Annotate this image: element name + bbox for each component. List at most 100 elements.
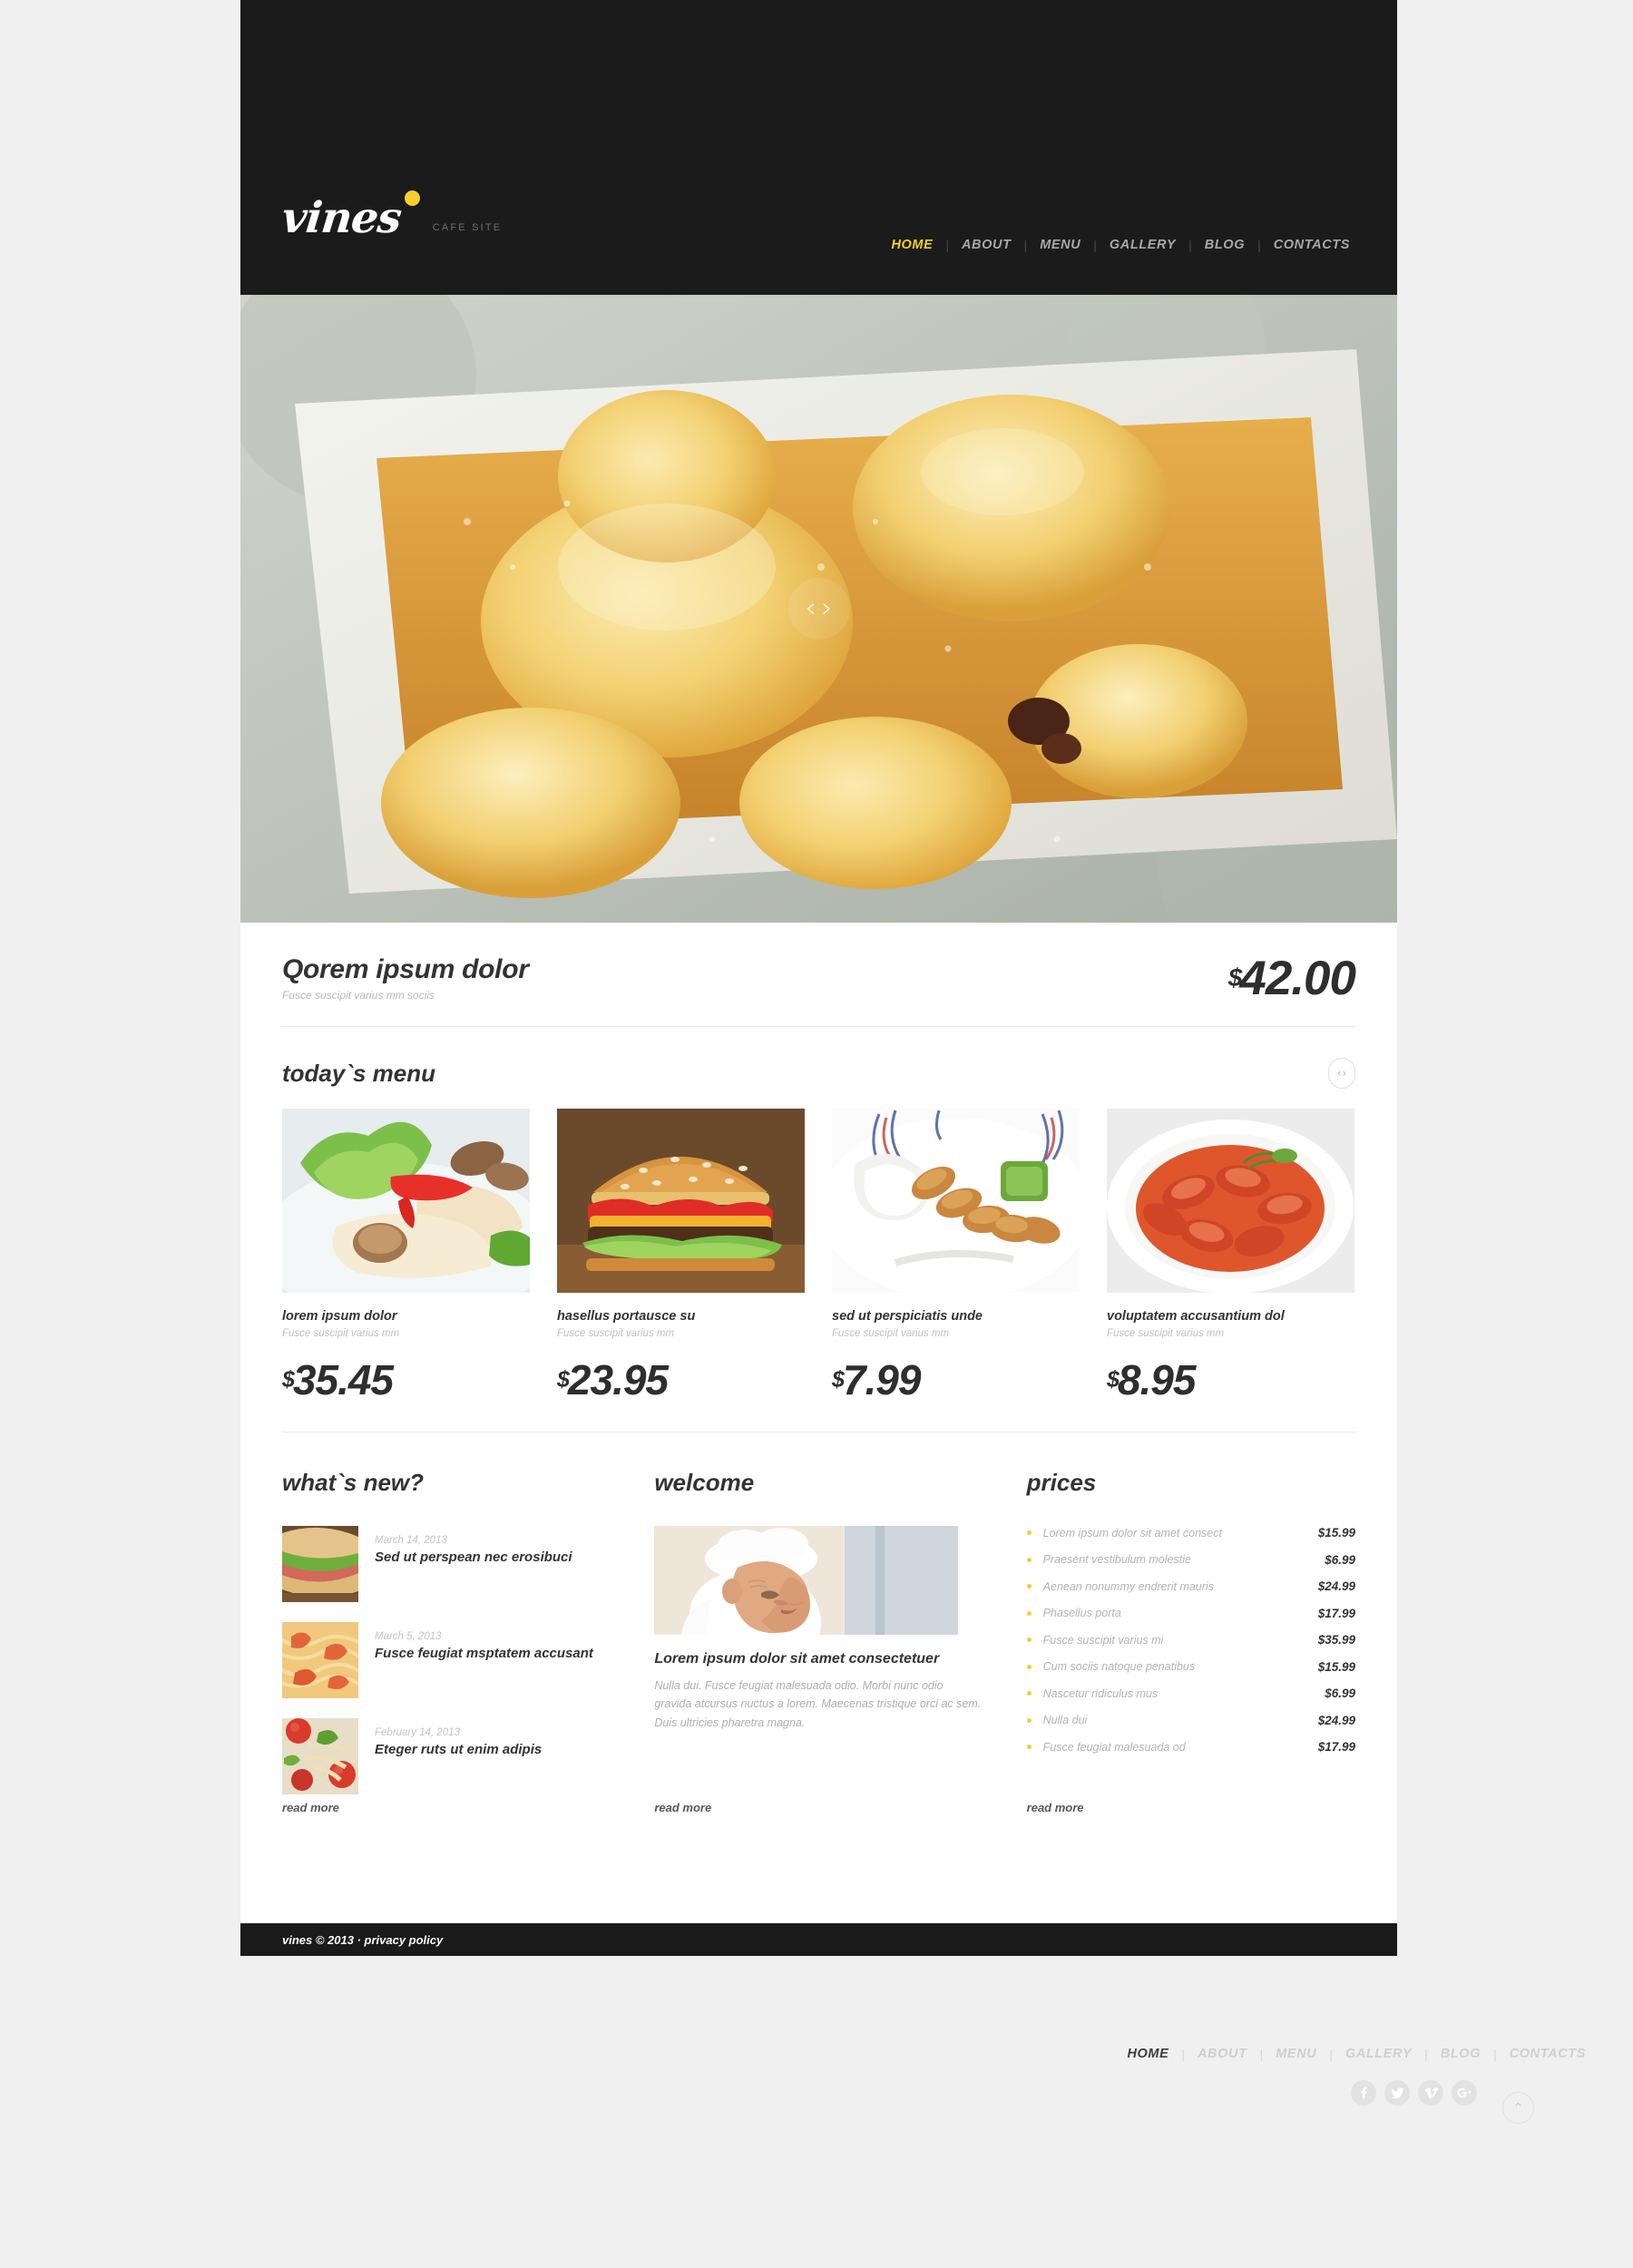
menu-item-price: $35.45 [282,1359,530,1401]
post-image-sandwich [282,1526,358,1602]
nav-item-gallery[interactable]: GALLERY [1110,238,1176,252]
main-content: Qorem ipsum dolor Fusce suscipit varius … [240,923,1397,1923]
menu-item-name: lorem ipsum dolor [282,1309,397,1324]
whats-new-read-more-link[interactable]: read more [282,1801,339,1814]
price-item-value: $24.99 [1317,1579,1355,1593]
menu-item-subtitle: Fusce suscipit varius mm [1107,1328,1225,1339]
footer-bar: vines © 2013 · privacy policy [240,1923,1397,1956]
footer-navigation: HOME | ABOUT | MENU | GALLERY | BLOG | C… [1127,2047,1586,2061]
price-item-value: $17.99 [1317,1740,1355,1754]
price-item-label: Aenean nonummy endrerit mauris [1042,1579,1214,1593]
footer-nav-separator: | [1181,2047,1185,2061]
logo-dot-icon [404,191,420,206]
menu-item-thumbnail[interactable] [282,1109,530,1293]
price-list-item: Phasellus porta $17.99 [1026,1607,1355,1620]
price-list-item: Lorem ipsum dolor sit amet consect $15.9… [1026,1526,1355,1540]
footer-nav-separator: | [1259,2047,1264,2061]
price-item-label: Nulla dui [1042,1714,1088,1726]
blog-post-title[interactable]: Sed ut perspean nec erosibuci [375,1549,572,1565]
logo-text: vines [279,193,404,244]
bullet-icon [1026,1557,1032,1562]
todays-menu-title: today`s menu [282,1059,436,1087]
price-list-item: Praesent vestibulum molestie $6.99 [1026,1553,1355,1567]
todays-menu-pager[interactable]: ‹ › [1328,1058,1355,1089]
footer-nav-item-contacts[interactable]: CONTACTS [1510,2047,1586,2061]
blog-post-title[interactable]: Fusce feugiat msptatem accusant [375,1646,593,1661]
site-shell: vines CAFE SITE HOME | ABOUT | MENU | GA… [240,0,1397,1956]
nav-item-home[interactable]: HOME [891,238,933,252]
blog-post-body: March 5, 2013 Fusce feugiat msptatem acc… [375,1622,593,1698]
chevron-up-icon: ⌃ [1512,2100,1524,2116]
footer-nav-item-menu[interactable]: MENU [1276,2047,1316,2061]
nav-item-about[interactable]: ABOUT [962,238,1012,252]
nav-item-blog[interactable]: BLOG [1205,238,1245,252]
dish-image-pasta [1107,1109,1354,1293]
logo[interactable]: vines CAFE SITE [279,191,502,244]
bullet-icon [1026,1691,1032,1696]
menu-item-subtitle: Fusce suscipit varius mm [557,1328,675,1339]
chevron-left-icon[interactable]: ‹ [806,595,816,622]
nav-item-menu[interactable]: MENU [1040,238,1081,252]
price-item-label: Cum sociis natoque penatibus [1042,1660,1196,1673]
price-item-value: $15.99 [1317,1659,1355,1674]
blog-post-body: March 14, 2013 Sed ut perspean nec erosi… [375,1526,572,1602]
blog-post-item[interactable]: March 5, 2013 Fusce feugiat msptatem acc… [282,1622,611,1698]
featured-dish-subtitle: Fusce suscipit varius mm sociis [282,989,435,1002]
footer-nav-item-about[interactable]: ABOUT [1198,2047,1247,2061]
dish-image-fried-rolls [832,1109,1080,1293]
menu-item-thumbnail[interactable] [557,1109,805,1293]
blog-post-item[interactable]: February 14, 2013 Eteger ruts ut enim ad… [282,1718,611,1794]
menu-item-thumbnail[interactable] [832,1109,1080,1293]
blog-post-thumbnail[interactable] [282,1526,358,1602]
blog-post-thumbnail[interactable] [282,1718,358,1794]
nav-item-contacts[interactable]: CONTACTS [1274,238,1350,252]
hero-slider[interactable]: ‹ › [240,295,1397,923]
todays-menu-grid: lorem ipsum dolor Fusce suscipit varius … [282,1109,1355,1432]
menu-item-card[interactable]: voluptatem accusantium dol Fusce suscipi… [1107,1109,1354,1401]
footer-nav-separator: | [1424,2047,1428,2061]
blog-post-title[interactable]: Eteger ruts ut enim adipis [375,1742,542,1757]
welcome-heading: Lorem ipsum dolor sit amet consectetuer [654,1651,940,1667]
bullet-icon [1026,1610,1032,1616]
whats-new-column: what`s new? March 14, 2013 Sed ut perspe… [282,1469,611,1814]
footer-nav-separator: | [1493,2047,1497,2061]
menu-item-thumbnail[interactable] [1107,1109,1354,1293]
footer-nav-item-home[interactable]: HOME [1127,2047,1169,2061]
footer-nav-item-blog[interactable]: BLOG [1441,2047,1481,2061]
menu-item-card[interactable]: lorem ipsum dolor Fusce suscipit varius … [282,1109,530,1401]
hero-slider-controls[interactable]: ‹ › [787,578,850,640]
price-item-label: Praesent vestibulum molestie [1042,1553,1191,1566]
footer-nav-item-gallery[interactable]: GALLERY [1345,2047,1412,2061]
welcome-read-more-link[interactable]: read more [654,1801,711,1814]
twitter-icon[interactable] [1384,2080,1410,2106]
chevron-right-icon[interactable]: › [1343,1067,1347,1080]
welcome-title: welcome [654,1469,755,1496]
price-item-label: Fusce feugiat malesuada od [1042,1740,1186,1754]
menu-item-card[interactable]: hasellus portausce su Fusce suscipit var… [557,1109,805,1401]
vimeo-icon[interactable] [1418,2080,1443,2106]
post-image-salad-tomato [282,1718,358,1794]
featured-dish-price: $42.00 [1228,952,1356,1005]
price-item-value: $35.99 [1317,1633,1355,1647]
chevron-left-icon[interactable]: ‹ [1337,1067,1342,1080]
bullet-icon [1026,1584,1032,1589]
prices-read-more-link[interactable]: read more [1027,1801,1084,1814]
prices-title: prices [1026,1469,1097,1496]
price-amount: 7.99 [842,1356,922,1403]
chef-photo [654,1526,959,1635]
welcome-column: welcome Lorem ipsum dolor sit amet conse… [654,1469,983,1814]
menu-item-card[interactable]: sed ut perspiciatis unde Fusce suscipit … [832,1109,1080,1401]
scroll-to-top-button[interactable]: ⌃ [1502,2092,1534,2124]
featured-dish-title: Qorem ipsum dolor [282,954,529,984]
price-list-item: Aenean nonummy endrerit mauris $24.99 [1026,1579,1355,1593]
blog-post-item[interactable]: March 14, 2013 Sed ut perspean nec erosi… [282,1526,611,1602]
chevron-right-icon[interactable]: › [822,595,833,622]
price-amount: 42.00 [1239,952,1356,1005]
social-links [1351,2080,1477,2106]
blog-post-thumbnail[interactable] [282,1622,358,1698]
facebook-icon[interactable] [1351,2080,1376,2106]
google-plus-icon[interactable] [1452,2080,1477,2106]
featured-dish: Qorem ipsum dolor Fusce suscipit varius … [282,923,1356,1027]
price-list-item: Fusce suscipit varius mi $35.99 [1026,1633,1355,1647]
price-item-label: Fusce suscipit varius mi [1042,1633,1164,1647]
